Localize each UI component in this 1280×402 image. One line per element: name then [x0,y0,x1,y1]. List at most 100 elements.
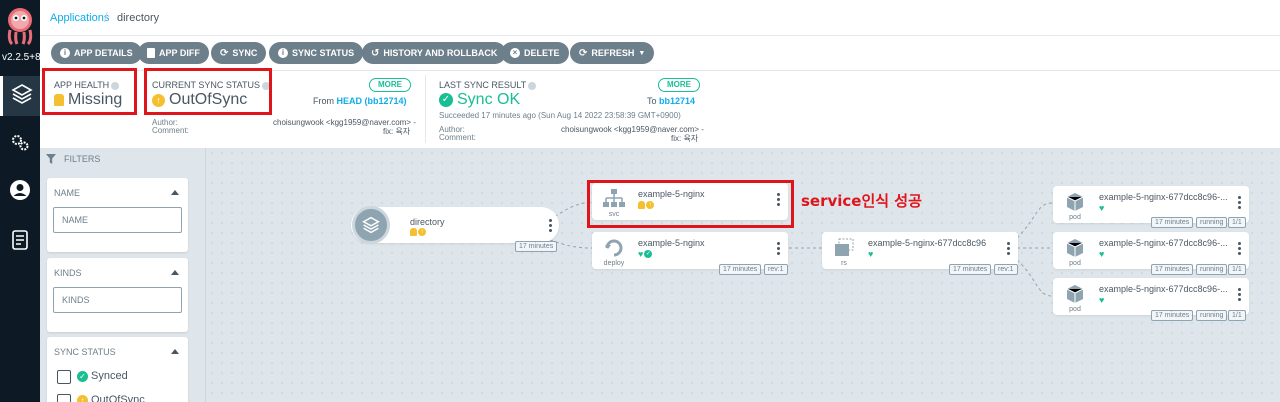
rs-node-name: example-5-nginx-677dcc8c96 [868,238,986,248]
pod-state-tag: running [1196,217,1228,228]
highlight-app-health [42,68,137,115]
deploy-node-status: ♥ ✓ [638,249,653,259]
pod-ready-tag: 1/1 [1228,310,1246,321]
filter-name-section: NAME NAME [47,178,188,252]
breadcrumb-current: directory [117,12,160,24]
synced-option: ✓ Synced [77,370,128,382]
delete-label: DELETE [524,48,560,58]
pod-state-tag: running [1196,310,1228,321]
last-sync-value: ✓ Sync OK [439,91,520,109]
pod-icon [1055,234,1095,262]
help-icon[interactable] [528,81,537,90]
filter-icon [46,154,56,164]
breadcrumb-applications[interactable]: Applications [50,12,109,24]
synced-checkbox[interactable] [57,370,71,384]
comment-label: Comment: [152,126,189,135]
history-label: HISTORY AND ROLLBACK [383,48,498,58]
left-nav: v2.2.5+8 [0,0,40,402]
highlight-svc-node [587,180,794,228]
more-vert-icon[interactable] [777,242,780,255]
pod-node-status: ♥ [1099,250,1104,259]
docs-icon [11,229,29,255]
healthy-heart-icon: ♥ [868,249,874,259]
more-vert-icon[interactable] [1007,242,1010,255]
filters-title: FILTERS [64,154,101,164]
filter-name-title: NAME [54,188,81,198]
pod-node-status: ♥ [1099,296,1104,305]
pod-ready-tag: 1/1 [1228,217,1246,228]
info-icon: i [278,48,288,58]
deploy-node-name: example-5-nginx [638,238,705,248]
healthy-heart-icon: ♥ [638,249,644,259]
app-details-button[interactable]: i APP DETAILS [51,42,142,64]
kinds-filter-input[interactable]: KINDS [53,287,182,313]
applications-icon [10,83,33,110]
pod-kind-label: pod [1069,260,1081,267]
pod-kind-label: pod [1069,214,1081,221]
rs-node-status: ♥ [868,250,873,259]
app-diff-label: APP DIFF [159,48,200,58]
outofsync-icon: ↑ [418,228,426,236]
nav-settings[interactable] [0,124,40,164]
delete-button[interactable]: × DELETE [501,42,569,64]
filter-sync-title: SYNC STATUS [54,347,116,357]
collapse-caret-icon[interactable] [171,270,179,275]
deploy-kind-label: deploy [603,260,625,267]
app-age-tag: 17 minutes [515,241,558,252]
rs-kind-label: rs [841,260,847,267]
pod-age-tag: 17 minutes [1151,310,1194,321]
replicaset-icon [824,234,864,262]
synced-label: Synced [91,370,128,382]
sync-to: To bb12714 [647,96,695,106]
from-revision-link[interactable]: HEAD (bb12714) [337,96,407,106]
collapse-caret-icon[interactable] [171,349,179,354]
history-rollback-button[interactable]: ↺ HISTORY AND ROLLBACK [362,42,507,64]
sync-more-button[interactable]: MORE [369,78,411,92]
outofsync-checkbox[interactable] [57,394,71,402]
sync-button[interactable]: ⟳ SYNC [211,42,267,64]
pod-kind-label: pod [1069,306,1081,313]
missing-ghost-icon [410,228,417,236]
version-label: v2.2.5+8 [2,52,40,63]
app-diff-button[interactable]: APP DIFF [138,42,209,64]
argo-logo[interactable] [4,6,36,46]
name-filter-input[interactable]: NAME [53,207,182,233]
nav-user-info[interactable] [0,172,40,212]
refresh-icon: ⟳ [579,47,588,59]
last-sync-label: LAST SYNC RESULT [439,80,527,90]
more-vert-icon[interactable] [1238,242,1241,255]
pod-age-tag: 17 minutes [1151,217,1194,228]
more-vert-icon[interactable] [549,219,552,232]
user-icon [9,179,31,206]
outofsync-option: ↑ OutOfSync [77,394,145,402]
highlight-sync-status [144,68,272,115]
pod-node-name: example-5-nginx-677dcc8c96-... [1099,284,1228,294]
from-prefix: From [313,96,334,106]
collapse-caret-icon[interactable] [171,190,179,195]
pod-node-status: ♥ [1099,204,1104,213]
more-vert-icon[interactable] [1238,196,1241,209]
refresh-button[interactable]: ⟳ REFRESH ▼ [570,42,655,64]
application-icon [352,206,390,244]
more-vert-icon[interactable] [1238,288,1241,301]
refresh-label: REFRESH [591,48,635,58]
filters-sidebar: FILTERS NAME NAME KINDS KINDS SYNC STATU… [40,148,206,402]
app-node-directory[interactable]: directory ↑ [351,206,559,244]
chevron-down-icon: ▼ [638,49,646,57]
healthy-heart-icon: ♥ [1099,203,1105,213]
sync-status-label: SYNC STATUS [292,48,355,58]
pod-state-tag: running [1196,264,1228,275]
toolbar: i APP DETAILS APP DIFF ⟳ SYNC i SYNC STATUS… [40,36,1280,70]
sync-status-button[interactable]: i SYNC STATUS [269,42,364,64]
to-prefix: To [647,96,657,106]
last-sync-more-button[interactable]: MORE [658,78,700,92]
nav-applications[interactable] [0,76,40,116]
to-revision-link[interactable]: bb12714 [659,96,695,106]
nav-docs[interactable] [0,222,40,262]
delete-icon: × [510,48,520,58]
breadcrumb-separator: / [104,9,108,25]
annotation-text: service인식 성공 [801,192,922,210]
resource-tree: directory ↑ 17 minutes svc example-5-ngi… [207,148,1280,402]
healthy-heart-icon: ♥ [1099,295,1105,305]
filter-sync-section: SYNC STATUS ✓ Synced ↑ OutOfSync [47,337,188,402]
